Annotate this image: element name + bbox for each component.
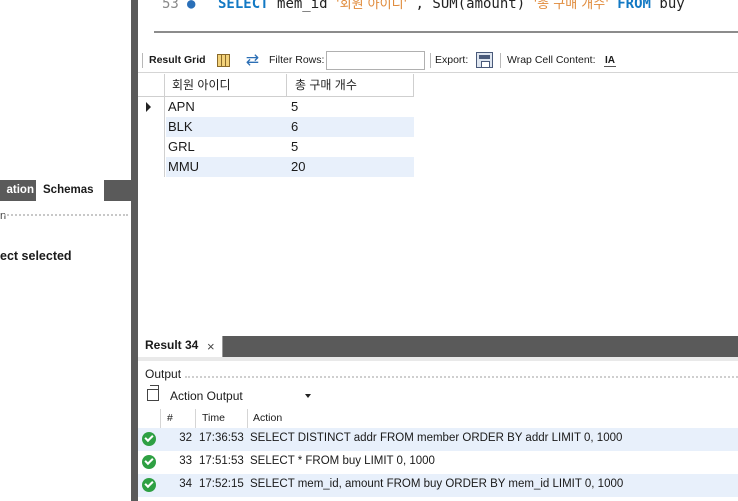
table-row[interactable]: GRL 5 <box>138 137 414 157</box>
sql-column: mem_id <box>277 0 328 12</box>
grid-icon[interactable] <box>217 54 230 67</box>
close-icon[interactable]: × <box>207 336 215 357</box>
tab-schemas[interactable]: Schemas <box>36 180 104 201</box>
sql-keyword-select: SELECT <box>218 0 269 12</box>
tab-information[interactable]: ation <box>0 180 36 201</box>
action-text: SELECT mem_id, amount FROM buy ORDER BY … <box>250 478 624 490</box>
action-time: 17:51:53 <box>199 455 244 467</box>
vertical-splitter[interactable] <box>131 0 138 501</box>
row-indicator <box>138 157 165 177</box>
table-cell[interactable]: MMU <box>166 157 287 177</box>
sql-table: buy <box>659 0 685 12</box>
table-cell[interactable]: BLK <box>166 117 287 137</box>
success-check-icon <box>142 455 156 469</box>
table-row[interactable]: 34 17:52:15 SELECT mem_id, amount FROM b… <box>138 474 738 497</box>
output-panel: Output Action Output # Time Action 32 17… <box>138 357 738 501</box>
output-title: Output <box>145 367 182 381</box>
copy-icon[interactable] <box>147 385 159 401</box>
export-icon[interactable] <box>476 52 493 68</box>
action-number: 33 <box>179 455 192 467</box>
wrap-cell-label: Wrap Cell Content: <box>507 54 596 66</box>
sql-function: SUM(amount) <box>432 0 526 12</box>
export-label: Export: <box>435 54 469 66</box>
result-grid-header: 회원 아이디 총 구매 개수 <box>138 74 414 97</box>
table-cell[interactable]: 6 <box>287 117 414 137</box>
action-number: 32 <box>179 432 192 444</box>
table-cell[interactable]: APN <box>166 97 287 117</box>
success-check-icon <box>142 432 156 446</box>
main-area: 53 ● SELECT mem_id '회원 아이디' , SUM(amount… <box>138 0 738 501</box>
action-text: SELECT * FROM buy LIMIT 0, 1000 <box>250 455 435 467</box>
sql-alias: '총 구매 개수' <box>533 0 609 12</box>
navigator-panel: ation Schemas n ect selected <box>0 0 131 501</box>
wrap-cell-icon[interactable]: IA <box>604 54 616 67</box>
result-grid-button[interactable]: Result Grid <box>149 49 206 72</box>
sql-keyword-from: FROM <box>617 0 651 12</box>
section-header-text: n <box>0 210 7 222</box>
action-text: SELECT DISTINCT addr FROM member ORDER B… <box>250 432 623 444</box>
output-header: Output <box>138 357 738 383</box>
row-pointer-icon <box>146 102 151 112</box>
section-divider <box>185 376 738 378</box>
execution-marker-icon: ● <box>187 0 196 12</box>
toolbar-separator <box>500 53 501 68</box>
table-row[interactable]: MMU 20 <box>138 157 414 177</box>
toolbar-separator <box>430 53 431 68</box>
table-row[interactable]: APN 5 <box>138 97 414 117</box>
chevron-down-icon[interactable] <box>305 394 311 398</box>
navigator-tab-bar: ation Schemas <box>0 180 131 201</box>
sql-editor-line[interactable]: 53 ● SELECT mem_id '회원 아이디' , SUM(amount… <box>138 0 738 22</box>
tab-label: Result 34 <box>145 338 199 352</box>
column-header[interactable]: Time <box>195 409 247 428</box>
sql-comma: , <box>407 0 433 12</box>
row-indicator-column <box>138 74 165 97</box>
no-object-selected-text: ect selected <box>0 249 72 263</box>
filter-rows-label: Filter Rows: <box>269 54 325 66</box>
sql-statement: SELECT mem_id '회원 아이디' , SUM(amount) '총 … <box>218 0 685 12</box>
action-time: 17:36:53 <box>199 432 244 444</box>
column-header[interactable]: Action <box>247 409 738 428</box>
editor-divider <box>154 31 738 33</box>
sql-alias: '회원 아이디' <box>336 0 408 12</box>
result-tab-bar: Result 34 × <box>138 336 738 357</box>
table-cell[interactable]: 20 <box>287 157 414 177</box>
column-header[interactable]: 회원 아이디 <box>166 74 287 97</box>
table-cell[interactable]: GRL <box>166 137 287 157</box>
table-cell[interactable]: 5 <box>287 137 414 157</box>
result-grid-toolbar: Result Grid ⇄ Filter Rows: Export: Wrap … <box>138 49 738 73</box>
line-number: 53 <box>162 0 179 12</box>
success-check-icon <box>142 478 156 492</box>
row-indicator <box>138 117 165 137</box>
refresh-icon[interactable]: ⇄ <box>244 52 261 69</box>
tab-result-34[interactable]: Result 34 × <box>138 336 223 357</box>
row-indicator <box>138 137 165 157</box>
column-header[interactable]: # <box>160 409 192 428</box>
action-output-table: # Time Action 32 17:36:53 SELECT DISTINC… <box>138 409 738 497</box>
table-row[interactable]: 33 17:51:53 SELECT * FROM buy LIMIT 0, 1… <box>138 451 738 474</box>
filter-rows-input[interactable] <box>326 51 425 70</box>
action-number: 34 <box>179 478 192 490</box>
table-row[interactable]: 32 17:36:53 SELECT DISTINCT addr FROM me… <box>138 428 738 451</box>
table-row[interactable]: BLK 6 <box>138 117 414 137</box>
status-column-header <box>138 409 160 428</box>
section-divider <box>4 214 128 216</box>
result-grid: 회원 아이디 총 구매 개수 APN 5 BLK 6 GRL 5 MMU 20 <box>138 74 414 177</box>
table-cell[interactable]: 5 <box>287 97 414 117</box>
action-time: 17:52:15 <box>199 478 244 490</box>
row-indicator <box>138 97 165 117</box>
output-type-select[interactable]: Action Output <box>166 385 316 407</box>
column-header[interactable]: 총 구매 개수 <box>287 74 414 97</box>
toolbar-separator <box>142 53 143 68</box>
action-output-header: # Time Action <box>138 409 738 428</box>
